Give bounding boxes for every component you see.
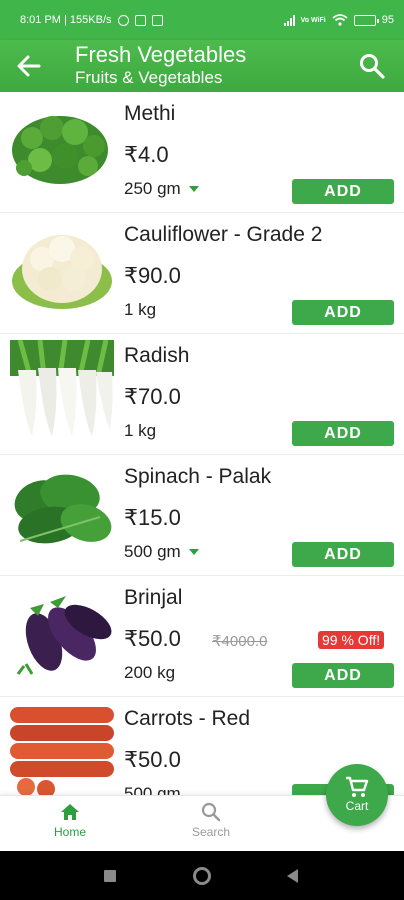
product-name: Methi	[124, 102, 176, 125]
list-item[interactable]: Spinach - Palak ₹15.0 500 gm ADD	[0, 455, 404, 576]
quantity-label: 250 gm	[124, 179, 181, 198]
battery-icon	[353, 14, 379, 26]
delete-icon	[151, 14, 163, 26]
quantity-label: 200 kg	[124, 663, 176, 682]
list-item[interactable]: Methi ₹4.0 250 gm ADD	[0, 92, 404, 213]
product-name: Radish	[124, 344, 190, 367]
product-list[interactable]: Methi ₹4.0 250 gm ADD Cauliflower - Grad…	[0, 92, 404, 795]
product-price: ₹90.0	[124, 263, 181, 288]
add-button[interactable]: ADD	[292, 421, 394, 446]
status-bar: 8:01 PM | 155KB/s Vo WiFi 95	[0, 0, 404, 40]
quantity-selector: 1 kg	[124, 421, 156, 441]
cart-label: Cart	[345, 799, 369, 813]
recents-icon[interactable]	[104, 870, 116, 882]
product-image-radish	[10, 340, 114, 436]
quantity-selector: 1 kg	[124, 300, 156, 320]
list-item[interactable]: Cauliflower - Grade 2 ₹90.0 1 kg ADD	[0, 213, 404, 334]
nav-label-search: Search	[191, 825, 231, 839]
nav-item-home[interactable]: Home	[25, 802, 115, 839]
battery-level: 95	[381, 14, 394, 26]
app-bar: Fresh Vegetables Fruits & Vegetables	[0, 40, 404, 92]
add-button[interactable]: ADD	[292, 663, 394, 688]
quantity-selector: 200 kg	[124, 663, 175, 683]
signal-icon	[283, 14, 295, 26]
quantity-label: 500 gm	[124, 542, 181, 561]
chevron-down-icon[interactable]	[188, 186, 199, 192]
list-item[interactable]: Radish ₹70.0 1 kg ADD	[0, 334, 404, 455]
original-price: ₹4000.0	[212, 633, 268, 650]
quantity-label: 500 gm	[124, 784, 181, 795]
status-time: 8:01 PM | 155KB/s	[20, 14, 112, 26]
status-left: 8:01 PM | 155KB/s	[20, 14, 163, 26]
product-image-spinach	[14, 474, 112, 544]
product-name: Cauliflower - Grade 2	[124, 223, 323, 246]
page-subtitle: Fruits & Vegetables	[75, 68, 223, 87]
search-icon	[201, 802, 221, 822]
nav-label-home: Home	[53, 825, 86, 839]
chevron-down-icon[interactable]	[188, 549, 199, 555]
system-nav-bar	[0, 851, 404, 900]
home-system-icon[interactable]	[193, 867, 211, 885]
product-price: ₹70.0	[124, 384, 181, 409]
network-label: Vo WiFi	[300, 16, 326, 24]
cart-icon	[346, 776, 369, 797]
notification-icon	[134, 14, 146, 26]
add-button[interactable]: ADD	[292, 179, 394, 204]
product-image-carrots	[10, 707, 114, 795]
quantity-selector[interactable]: 500 gm	[124, 542, 199, 562]
quantity-label: 1 kg	[124, 300, 157, 319]
product-image-brinjal	[16, 596, 112, 675]
product-image-cauliflower	[12, 235, 112, 309]
page-title: Fresh Vegetables	[75, 42, 247, 67]
add-button[interactable]: ADD	[292, 542, 394, 567]
quantity-label: 1 kg	[124, 421, 157, 440]
quantity-selector[interactable]: 250 gm	[124, 179, 199, 199]
status-right: Vo WiFi 95	[283, 14, 394, 26]
product-price: ₹50.0	[124, 747, 181, 772]
wifi-icon	[332, 14, 348, 26]
back-system-icon[interactable]	[287, 869, 298, 883]
product-price: ₹50.0	[124, 626, 181, 651]
product-name: Carrots - Red	[124, 707, 251, 730]
home-icon	[61, 804, 79, 820]
alarm-icon	[117, 14, 129, 26]
product-image-methi	[12, 116, 108, 184]
product-price: ₹4.0	[124, 142, 169, 167]
discount-badge: 99 % Off!	[318, 631, 385, 649]
quantity-selector: 500 gm	[124, 784, 181, 795]
cart-button[interactable]: Cart	[326, 764, 388, 826]
app-bar-titles: Fresh Vegetables Fruits & Vegetables	[75, 42, 246, 88]
product-name: Spinach - Palak	[124, 465, 272, 488]
nav-item-search[interactable]: Search	[166, 802, 256, 839]
product-name: Brinjal	[124, 586, 183, 609]
product-price: ₹15.0	[124, 505, 181, 530]
list-item[interactable]: Brinjal ₹50.0 ₹4000.0 99 % Off! 200 kg A…	[0, 576, 404, 697]
arrow-left-icon[interactable]	[14, 52, 44, 80]
search-icon[interactable]	[358, 52, 386, 80]
add-button[interactable]: ADD	[292, 300, 394, 325]
